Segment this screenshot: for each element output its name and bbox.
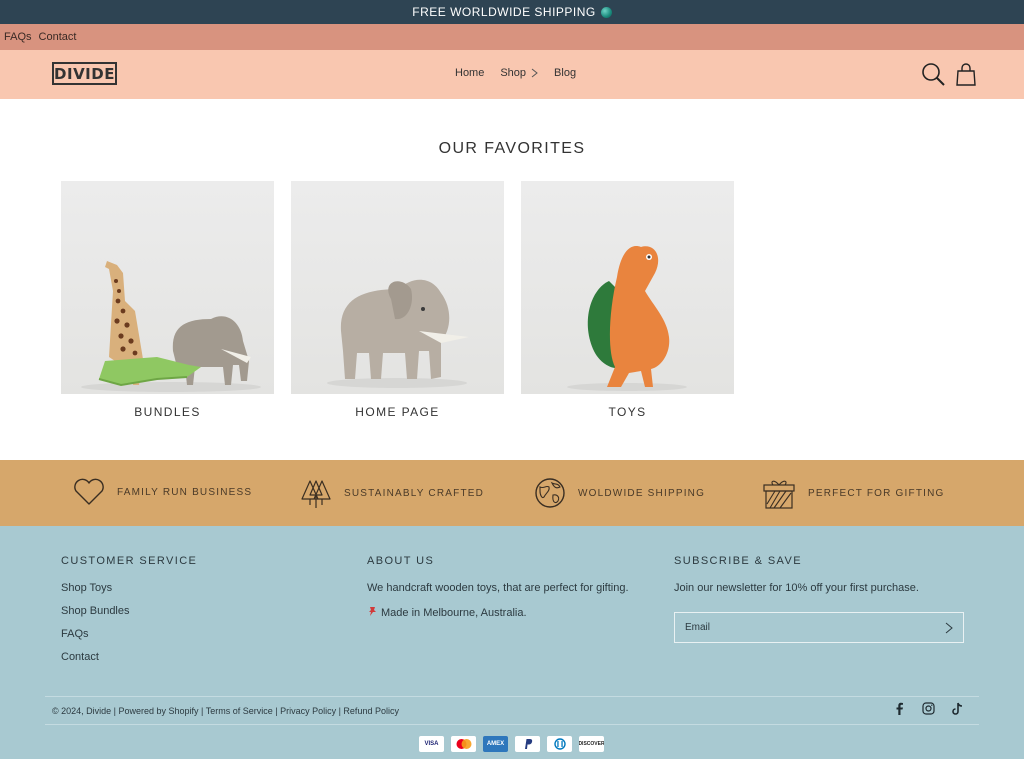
location-line: Made in Melbourne, Australia.: [367, 606, 629, 619]
diners-icon: [547, 736, 572, 752]
wooden-elephant-image: [327, 279, 469, 388]
value-prop: WOLDWIDE SHIPPING: [534, 477, 705, 509]
amex-icon: AMEX: [483, 736, 508, 752]
chevron-right-icon[interactable]: [945, 622, 953, 634]
utility-nav: FAQs Contact: [0, 24, 1024, 50]
footer-link-faqs[interactable]: FAQs: [61, 628, 197, 640]
mastercard-icon: [451, 736, 476, 752]
discover-icon: DISCOVER: [579, 736, 604, 752]
value-label: SUSTAINABLY CRAFTED: [344, 487, 485, 499]
location-text: Made in Melbourne, Australia.: [381, 607, 527, 619]
subscribe-text: Join our newsletter for 10% off your fir…: [674, 582, 919, 594]
announcement-text: FREE WORLDWIDE SHIPPING: [412, 5, 596, 19]
footer-link-contact[interactable]: Contact: [61, 651, 197, 663]
heart-icon: [74, 478, 104, 505]
column-title: ABOUT US: [367, 555, 435, 567]
globe-icon: [600, 6, 612, 18]
faqs-link[interactable]: FAQs: [4, 31, 32, 43]
search-icon[interactable]: [921, 62, 946, 87]
value-prop: SUSTAINABLY CRAFTED: [300, 477, 484, 509]
footer-link-shop-toys[interactable]: Shop Toys: [61, 582, 197, 594]
nav-home[interactable]: Home: [455, 67, 484, 79]
footer-divider: [45, 696, 979, 697]
site-header: DIVIDE Home Shop Blog: [0, 50, 1024, 99]
globe-icon: [535, 478, 565, 508]
instagram-icon[interactable]: [922, 702, 935, 715]
payment-icons: VISA AMEX DISCOVER: [419, 736, 611, 752]
value-props-bar: FAMILY RUN BUSINESS SUSTAINABLY CRAFTED …: [0, 460, 1024, 526]
subscribe-column: SUBSCRIBE & SAVE Join our newsletter for…: [674, 555, 919, 606]
nav-shop-label: Shop: [500, 67, 527, 79]
value-label: WOLDWIDE SHIPPING: [578, 487, 706, 499]
section-title: OUR FAVORITES: [438, 140, 586, 157]
tiktok-icon[interactable]: [951, 702, 963, 716]
collection-card-home-page[interactable]: HOME PAGE: [291, 181, 504, 419]
email-field[interactable]: Email: [674, 612, 964, 643]
paypal-icon: [515, 736, 540, 752]
value-label: PERFECT FOR GIFTING: [808, 487, 945, 499]
nav-home-label: Home: [455, 67, 485, 79]
about-column: ABOUT US We handcraft wooden toys, that …: [367, 555, 629, 631]
collection-card-bundles[interactable]: BUNDLES: [61, 181, 274, 419]
collection-card-toys[interactable]: TOYS: [521, 181, 734, 419]
footer-divider: [45, 724, 979, 725]
collection-image-toys: [521, 181, 734, 394]
trees-icon: [301, 480, 331, 508]
pin-icon: [369, 607, 376, 616]
copyright-text[interactable]: © 2024, Divide | Powered by Shopify | Te…: [52, 706, 399, 716]
collection-label: TOYS: [608, 405, 647, 419]
chevron-right-icon: [531, 68, 538, 78]
column-title: CUSTOMER SERVICE: [61, 555, 198, 567]
about-text: We handcraft wooden toys, that are perfe…: [367, 582, 629, 594]
value-label: FAMILY RUN BUSINESS: [117, 486, 253, 498]
column-title: SUBSCRIBE & SAVE: [674, 555, 802, 567]
nav-shop[interactable]: Shop: [500, 67, 538, 79]
collection-image-home-page: [291, 181, 504, 394]
gift-icon: [763, 480, 795, 509]
facebook-icon[interactable]: [894, 702, 904, 716]
main-nav: Home Shop Blog: [455, 67, 592, 79]
customer-service-column: CUSTOMER SERVICE Shop Toys Shop Bundles …: [61, 555, 197, 674]
nav-blog-label: Blog: [554, 67, 577, 79]
value-prop: FAMILY RUN BUSINESS: [73, 477, 252, 507]
collection-image-bundles: [61, 181, 274, 394]
footer-link-shop-bundles[interactable]: Shop Bundles: [61, 605, 197, 617]
email-placeholder: Email: [685, 622, 711, 633]
announcement-bar: FREE WORLDWIDE SHIPPING: [0, 0, 1024, 24]
site-footer: CUSTOMER SERVICE Shop Toys Shop Bundles …: [0, 526, 1024, 759]
favorites-section: OUR FAVORITES BUNDLES HOME PAGE TOYS: [0, 99, 1024, 460]
contact-link[interactable]: Contact: [39, 31, 77, 43]
nav-blog[interactable]: Blog: [554, 67, 576, 79]
wooden-animals-image: [81, 261, 261, 392]
collection-label: BUNDLES: [134, 405, 201, 419]
value-prop: PERFECT FOR GIFTING: [762, 477, 945, 509]
cart-icon[interactable]: [955, 62, 977, 87]
visa-icon: VISA: [419, 736, 444, 752]
logo[interactable]: DIVIDE: [52, 62, 117, 85]
collection-label: HOME PAGE: [355, 405, 440, 419]
wooden-dinosaur-image: [567, 246, 687, 391]
